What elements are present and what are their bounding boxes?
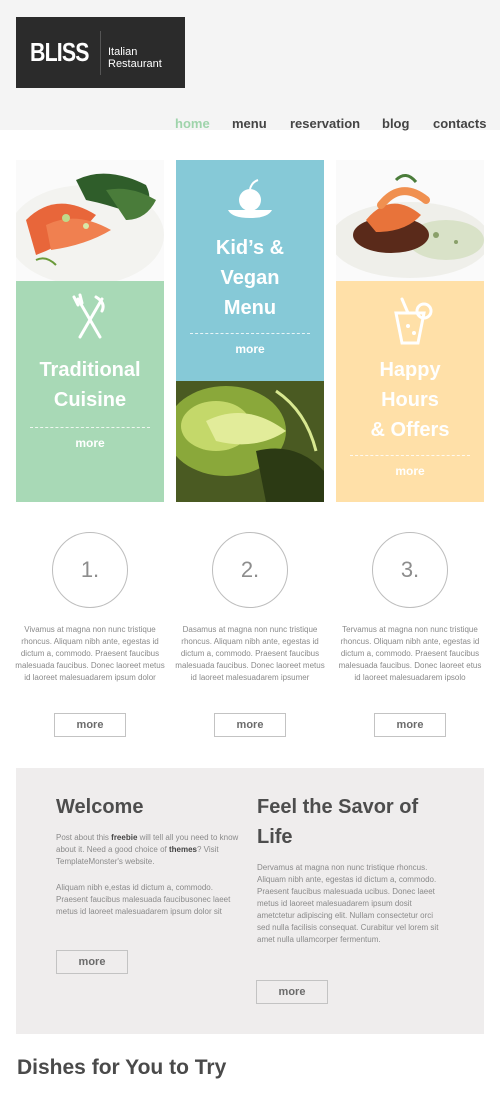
feature-more-link[interactable]: more	[176, 342, 324, 356]
feature-title-kids-vegan-1: Kid’s &	[215, 237, 285, 259]
logo-divider	[100, 31, 101, 75]
savor-title-line-2: Life	[257, 826, 293, 848]
nav-reservation[interactable]: reservation	[290, 116, 360, 131]
step-1-text: Vivamus at magna non nunc tristique rhon…	[15, 625, 165, 682]
main-nav: home menu reservation blog contacts	[0, 116, 500, 132]
divider	[350, 455, 470, 456]
feature-panel-happy-hours: Happy Hours & Offers more	[336, 281, 484, 502]
savor-paragraph: Dervamus at magna non nunc tristique rho…	[257, 863, 439, 944]
nav-menu[interactable]: menu	[232, 116, 267, 131]
welcome-more-button[interactable]: more	[56, 950, 128, 974]
feature-title-happy-hours-3: & Offers	[370, 419, 450, 441]
welcome-paragraph-1: Post about this freebie will tell all yo…	[56, 833, 239, 866]
vegetables-photo	[176, 381, 324, 502]
feature-kids-vegan[interactable]: Kid’s & Vegan Menu more	[176, 160, 324, 502]
feature-title-kids-vegan-2: Vegan	[220, 267, 280, 289]
step-3-more-button[interactable]: more	[374, 713, 446, 737]
logo[interactable]: BLISS Italian Restaurant	[16, 17, 185, 88]
logo-name: BLISS	[30, 37, 90, 67]
step-2-circle: 2.	[212, 532, 288, 608]
feature-title-traditional-2: Cuisine	[53, 389, 127, 411]
shrimp-dish-photo	[336, 160, 484, 281]
welcome-paragraph-2: Aliquam nibh e,estas id dictum a, commod…	[56, 883, 231, 916]
apple-plate-icon	[228, 179, 272, 218]
divider	[190, 333, 310, 334]
feature-more-link[interactable]: more	[336, 464, 484, 478]
feature-title-traditional-1: Traditional	[39, 359, 141, 381]
step-3-text: Tervamus at magna non nunc tristique rho…	[338, 625, 482, 682]
step-2-more-button[interactable]: more	[214, 713, 286, 737]
fork-knife-icon	[72, 293, 105, 339]
feature-title-happy-hours-1: Happy	[379, 359, 441, 381]
welcome-title: Welcome	[56, 796, 144, 818]
feature-title-happy-hours-2: Hours	[381, 389, 439, 411]
savor-more-button[interactable]: more	[256, 980, 328, 1004]
step-2-text: Dasamus at magna non nunc tristique rhon…	[175, 625, 325, 682]
feature-title-kids-vegan-3: Menu	[223, 297, 277, 319]
welcome-section: Welcome Post about this freebie will tel…	[16, 768, 484, 1034]
step-1-circle: 1.	[52, 532, 128, 608]
step-1-more-button[interactable]: more	[54, 713, 126, 737]
salmon-dish-photo	[16, 160, 164, 281]
step-3-circle: 3.	[372, 532, 448, 608]
feature-panel-traditional: Traditional Cuisine more	[16, 281, 164, 502]
header: BLISS Italian Restaurant	[0, 0, 500, 130]
logo-tagline: Italian Restaurant	[108, 46, 162, 70]
nav-blog[interactable]: blog	[382, 116, 409, 131]
dishes-heading: Dishes for You to Try	[17, 1056, 227, 1079]
feature-happy-hours[interactable]: Happy Hours & Offers more	[336, 160, 484, 502]
divider	[30, 427, 150, 428]
nav-contacts[interactable]: contacts	[433, 116, 486, 131]
savor-title-line-1: Feel the Savor of	[257, 796, 419, 818]
nav-home[interactable]: home	[175, 116, 210, 131]
feature-traditional[interactable]: Traditional Cuisine more	[16, 160, 164, 502]
feature-more-link[interactable]: more	[16, 436, 164, 450]
cocktail-glass-icon	[394, 297, 433, 345]
feature-panel-kids-vegan: Kid’s & Vegan Menu more	[176, 160, 324, 381]
